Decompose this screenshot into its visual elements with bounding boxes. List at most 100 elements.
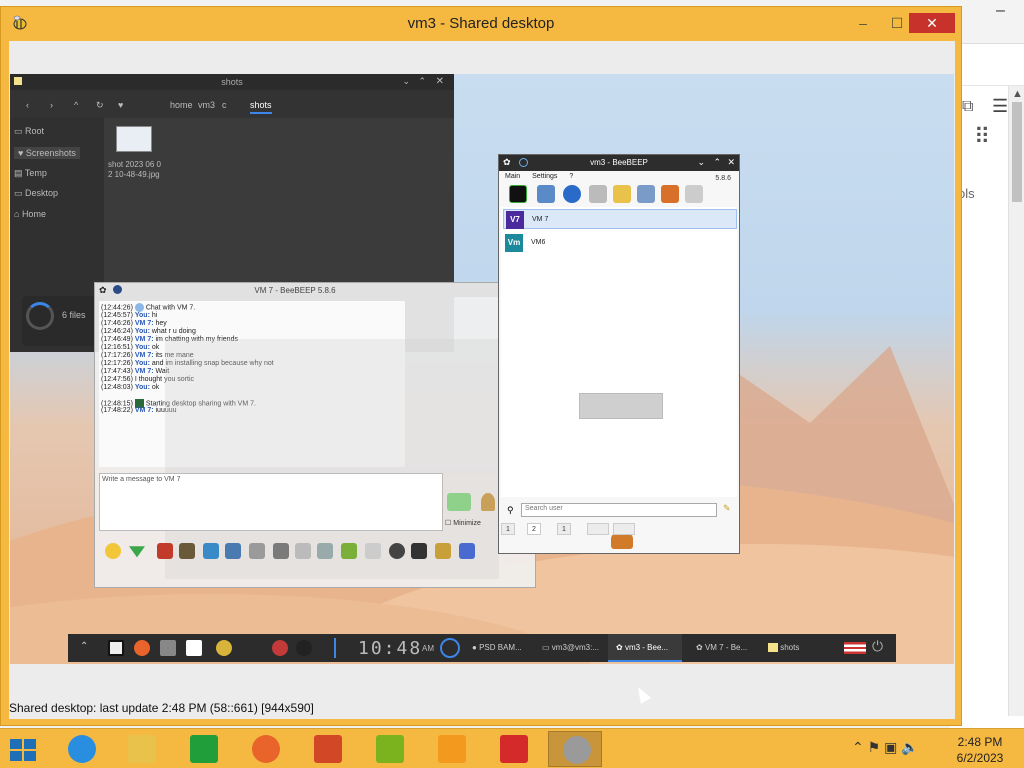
taskbar-window-beebeep[interactable]: ✿ vm3 - Bee... [616, 643, 668, 652]
file-manager-titlebar[interactable]: shots ✕ ⌃ ⌄ [10, 74, 454, 90]
menu-main[interactable]: Main [505, 173, 520, 180]
chevron-up-icon[interactable]: ⌃ [80, 641, 88, 652]
screenshot-icon[interactable] [249, 543, 265, 559]
send-button[interactable] [447, 493, 471, 511]
paste-icon[interactable] [317, 543, 333, 559]
up-icon[interactable]: ^ [74, 100, 78, 110]
browser-close-button[interactable]: – [996, 2, 1005, 20]
circle-icon[interactable] [440, 638, 460, 658]
maximize-icon[interactable]: ⌃ [713, 157, 721, 168]
message-icon[interactable] [613, 185, 631, 203]
history-icon[interactable] [273, 543, 289, 559]
taskbar-app-publisher[interactable] [362, 731, 416, 767]
font-icon[interactable] [157, 543, 173, 559]
taskbar-app-explorer[interactable] [114, 731, 168, 767]
emoticon-icon[interactable] [105, 543, 121, 559]
message-input[interactable]: Write a message to VM 7 [99, 473, 443, 531]
music-icon[interactable] [295, 543, 311, 559]
tab-shares[interactable] [613, 523, 635, 535]
bell-icon[interactable] [481, 493, 495, 511]
breadcrumb-shots[interactable]: shots [250, 100, 272, 114]
file-thumbnail[interactable] [116, 126, 152, 152]
edit-icon[interactable] [537, 185, 555, 203]
back-icon[interactable]: ‹ [26, 100, 29, 110]
menu-icon[interactable]: ☰ [992, 96, 1008, 117]
taskbar-app-firefox[interactable] [238, 731, 292, 767]
taskbar-window-psd[interactable]: ● PSD BAM... [472, 643, 522, 652]
reload-icon[interactable]: ↻ [96, 100, 104, 111]
chevron-up-icon[interactable]: ⌃ [852, 739, 864, 755]
breadcrumb-c[interactable]: c [222, 100, 227, 110]
tool-icon[interactable] [160, 640, 176, 656]
taskbar-app-text[interactable] [486, 731, 540, 767]
browser-scrollbar[interactable]: ▲ [1008, 86, 1024, 716]
tools-icon[interactable] [637, 185, 655, 203]
menu-help[interactable]: ? [569, 173, 573, 180]
start-button[interactable] [10, 739, 36, 761]
flag-icon[interactable] [844, 642, 866, 654]
users-icon[interactable] [459, 543, 475, 559]
tab-users[interactable]: 1 [501, 523, 515, 535]
laptop-icon[interactable] [108, 640, 124, 656]
clear-search-icon[interactable]: ✎ [723, 503, 731, 514]
taskbar-window-vm7[interactable]: ✿ VM 7 - Be... [696, 643, 747, 652]
apps-grid-icon[interactable]: ⠿ [974, 124, 990, 150]
maximize-icon[interactable]: ⌃ [418, 76, 426, 87]
sidebar-item-screenshots[interactable]: ♥ Screenshots [14, 147, 80, 159]
close-icon[interactable]: ✕ [436, 76, 444, 87]
chevron-down-icon[interactable] [129, 546, 145, 558]
close-icon[interactable]: ✕ [727, 157, 735, 168]
network-icon[interactable]: ▣ [884, 739, 897, 755]
taskbar-app-powerpoint[interactable] [300, 731, 354, 767]
scroll-thumb[interactable] [1012, 102, 1022, 202]
taskbar-app-slides[interactable] [424, 731, 478, 767]
bug-icon[interactable] [272, 640, 288, 656]
flag-icon[interactable]: ⚑ [868, 739, 881, 755]
file-send-icon[interactable] [341, 543, 357, 559]
bee-icon[interactable] [216, 640, 232, 656]
clock-date[interactable]: 6/2/2023 [950, 751, 1010, 765]
user-list-item[interactable]: Vm VM6 [503, 233, 737, 253]
filter-icon[interactable] [203, 543, 219, 559]
menu-settings[interactable]: Settings [532, 173, 557, 180]
gear-icon[interactable] [225, 543, 241, 559]
taskbar-app-store[interactable] [176, 731, 230, 767]
brush-icon[interactable] [179, 543, 195, 559]
bookmark-icon[interactable]: ♥ [118, 100, 123, 110]
user-list-item[interactable]: V7 VM 7 [503, 209, 737, 229]
clock-time[interactable]: 2:48 PM [950, 735, 1010, 749]
beebeep-titlebar[interactable]: ✿ vm3 - BeeBEEP ⌄ ⌃ ✕ [499, 155, 739, 171]
document-icon[interactable] [186, 640, 202, 656]
profile-icon[interactable] [509, 185, 527, 203]
network-icon[interactable] [563, 185, 581, 203]
tab-chats[interactable]: 1 [557, 523, 571, 535]
transfer-icon[interactable] [661, 185, 679, 203]
minimize-icon[interactable]: ⌄ [402, 76, 410, 87]
taskbar-app-ie[interactable] [54, 731, 108, 767]
tab-files[interactable] [587, 523, 609, 535]
tab-groups[interactable]: 2 [527, 523, 541, 535]
chat-titlebar[interactable]: ✿ VM 7 - BeeBEEP 5.8.6 ⌃ [95, 283, 535, 297]
minimize-checkbox[interactable]: ☐ Minimize [445, 519, 481, 527]
forward-icon[interactable]: › [50, 100, 53, 110]
sidebar-item-temp[interactable]: ▤ Temp [14, 168, 47, 179]
monitor-icon[interactable] [411, 543, 427, 559]
sidebar-item-root[interactable]: ▭ Root [14, 126, 44, 137]
record-icon[interactable] [389, 543, 405, 559]
mic-icon[interactable] [296, 640, 312, 656]
extension-icon[interactable]: ⧉ [962, 98, 973, 116]
search-user-input[interactable]: Search user [521, 503, 717, 517]
window-titlebar[interactable]: vm3 - Shared desktop – ☐ ✕ [1, 7, 961, 41]
trash-icon[interactable] [685, 185, 703, 203]
taskbar-app-beebeep[interactable] [548, 731, 602, 767]
file-name[interactable]: shot 2023 06 0 2 10-48-49.jpg [108, 160, 164, 180]
firefox-icon[interactable] [134, 640, 150, 656]
minimize-button[interactable]: – [849, 13, 877, 33]
remote-desktop-view[interactable]: shots ✕ ⌃ ⌄ ‹ › ^ ↻ ♥ home vm3 c shots ▭… [10, 74, 954, 664]
maximize-button[interactable]: ☐ [883, 13, 911, 33]
minimize-icon[interactable]: ⌄ [697, 157, 705, 168]
sidebar-item-home[interactable]: ⌂ Home [14, 209, 46, 219]
save-icon[interactable] [435, 543, 451, 559]
close-button[interactable]: ✕ [909, 13, 955, 33]
taskbar-window-shots[interactable]: shots [768, 643, 799, 653]
